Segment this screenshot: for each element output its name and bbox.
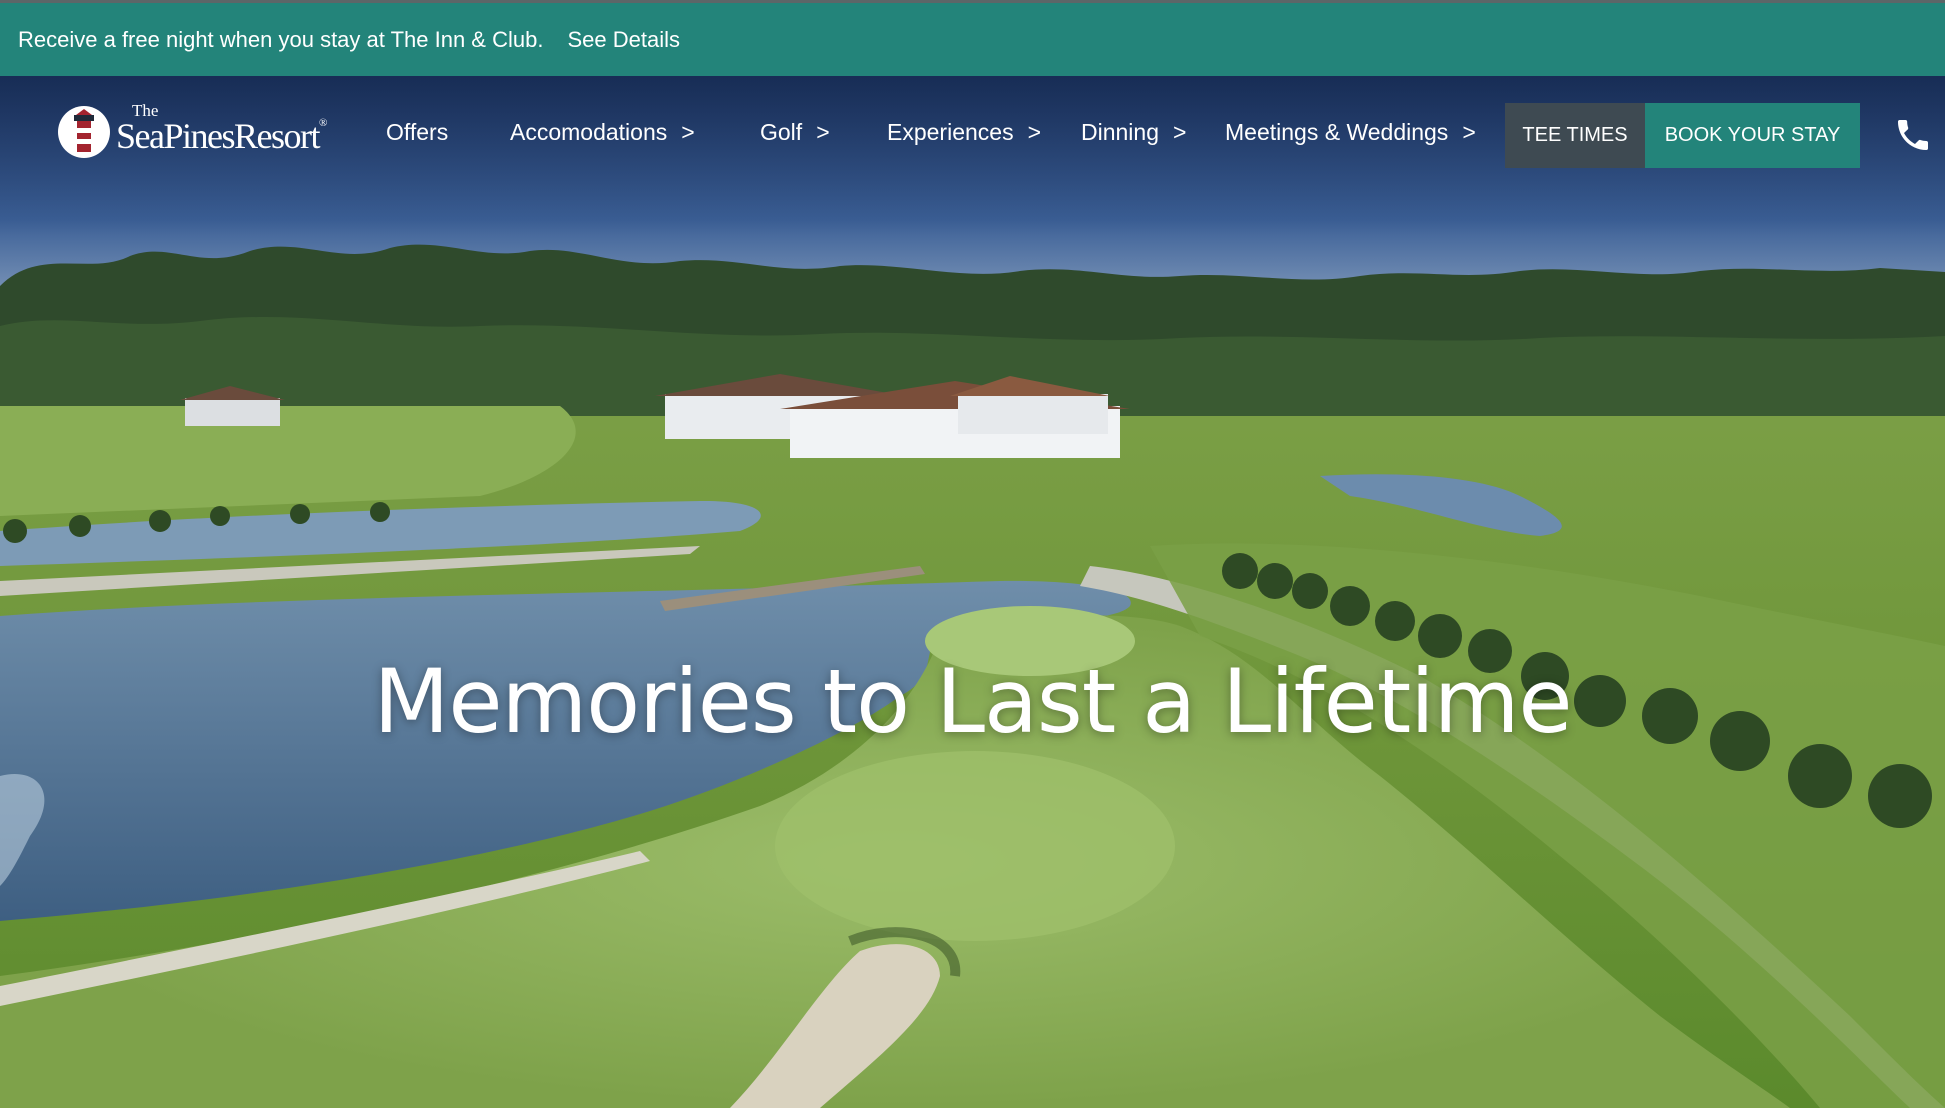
- promo-text: Receive a free night when you stay at Th…: [18, 26, 544, 52]
- nav-accomodations[interactable]: Accomodations >: [510, 116, 695, 148]
- lighthouse-icon: [58, 106, 110, 158]
- chevron-right-icon: >: [1462, 119, 1476, 145]
- nav-golf-label: Golf: [760, 119, 803, 145]
- book-your-stay-button[interactable]: BOOK YOUR STAY: [1645, 103, 1860, 168]
- page: Receive a free night when you stay at Th…: [0, 0, 1945, 1108]
- nav-golf[interactable]: Golf >: [760, 116, 830, 148]
- nav-dinning[interactable]: Dinning >: [1081, 116, 1186, 148]
- sea-pines-logo[interactable]: The SeaPinesResort®: [58, 102, 327, 162]
- nav-experiences-label: Experiences: [887, 119, 1014, 145]
- golf-course-illustration: [0, 76, 1945, 1108]
- nav-offers-label: Offers: [386, 119, 449, 145]
- chevron-right-icon: >: [681, 119, 695, 145]
- chevron-right-icon: >: [1173, 119, 1187, 145]
- logo-the: The: [132, 101, 159, 120]
- chevron-right-icon: >: [1027, 119, 1042, 145]
- chevron-right-icon: >: [816, 119, 830, 145]
- see-details-link[interactable]: See Details: [567, 27, 680, 53]
- nav-experiences[interactable]: Experiences >: [887, 116, 1041, 148]
- logo-wordmark: The SeaPinesResort®: [116, 102, 328, 156]
- nav-meetings-weddings[interactable]: Meetings & Weddings >: [1225, 116, 1476, 148]
- main-nav: The SeaPinesResort® Offers Accomodations…: [0, 76, 1945, 196]
- nav-meetings-weddings-label: Meetings & Weddings: [1225, 119, 1449, 145]
- hero-headline: Memories to Last a Lifetime: [373, 650, 1572, 753]
- nav-offers[interactable]: Offers: [386, 116, 448, 148]
- nav-accomodations-label: Accomodations: [510, 119, 668, 145]
- nav-dinning-label: Dinning: [1081, 119, 1159, 145]
- logo-registered: ®: [318, 117, 328, 129]
- promo-banner: Receive a free night when you stay at Th…: [0, 0, 1945, 76]
- logo-name: SeaPinesResort: [116, 116, 320, 156]
- hero-image: [0, 76, 1945, 1108]
- tee-times-button[interactable]: TEE TIMES: [1505, 103, 1645, 168]
- phone-icon[interactable]: [1893, 115, 1933, 155]
